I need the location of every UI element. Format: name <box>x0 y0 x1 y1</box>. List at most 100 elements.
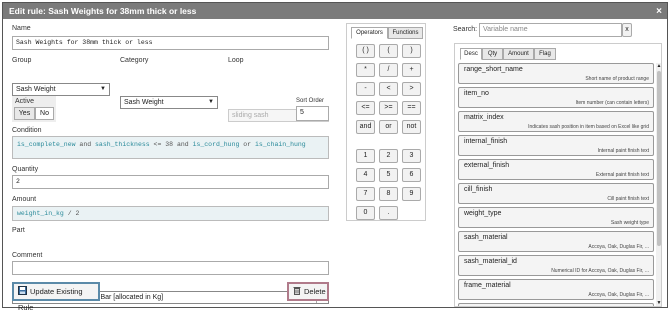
variable-name: sash_material <box>464 234 508 241</box>
tab-operators[interactable]: Operators <box>351 27 388 39</box>
variable-name: weight_type <box>464 210 502 217</box>
operator-button[interactable]: < <box>379 82 398 96</box>
clear-search-button[interactable]: x <box>622 23 632 37</box>
variable-item[interactable]: frame_material Accoya, Oak, Duglas Fir, .… <box>458 279 654 300</box>
variables-scrollbar[interactable]: ▲ ▼ <box>656 63 661 306</box>
variable-desc: Sash weight type <box>610 220 649 226</box>
update-rule-button[interactable]: Update Existing Rule <box>12 282 100 310</box>
variable-name: external_finish <box>464 162 510 169</box>
condition-editor[interactable]: is_complete_new and sash_thickness <= 38… <box>12 136 329 159</box>
variable-item[interactable]: frame_material_id <box>458 303 654 307</box>
tab-flag[interactable]: Flag <box>534 48 556 60</box>
variable-name: item_no <box>464 90 489 97</box>
variable-name: range_short_name <box>464 66 523 73</box>
variable-desc: Internal paint finish text <box>597 148 649 154</box>
digit-button[interactable]: . <box>379 206 398 220</box>
loop-select-value: sliding sash <box>232 112 269 119</box>
digit-button[interactable]: 6 <box>402 168 421 182</box>
quantity-input[interactable]: 2 <box>12 175 329 189</box>
search-input[interactable]: Variable name <box>479 23 622 37</box>
group-select[interactable]: Sash Weight ▼ <box>12 83 110 96</box>
chevron-down-icon: ▼ <box>100 86 106 92</box>
operator-button[interactable]: == <box>402 101 421 115</box>
dialog-title: Edit rule: Sash Weights for 38mm thick o… <box>9 6 197 16</box>
variable-desc: Accoya, Oak, Duglas Fir, ... <box>588 244 649 250</box>
operators-panel: Operators Functions ( ) ( ) * / + - < > … <box>346 23 426 221</box>
digit-button[interactable]: 2 <box>379 149 398 163</box>
active-no-button[interactable]: No <box>35 107 54 120</box>
scroll-up-icon[interactable]: ▲ <box>656 63 661 69</box>
amount-var: weight_in_kg <box>17 210 64 217</box>
loop-label: Loop <box>228 57 244 64</box>
variable-desc: Indicates sash position in item based on… <box>528 124 649 130</box>
sort-order-input[interactable]: 5 <box>296 106 329 121</box>
comment-input[interactable] <box>12 261 329 275</box>
tab-amount[interactable]: Amount <box>503 48 534 60</box>
operator-button[interactable]: ( ) <box>356 44 375 58</box>
edit-rule-dialog: Edit rule: Sash Weights for 38mm thick o… <box>2 2 668 310</box>
tab-desc[interactable]: Desc <box>460 48 482 60</box>
delete-button[interactable]: Delete <box>287 282 329 301</box>
condition-var: sash_thickness <box>95 141 150 148</box>
tab-functions[interactable]: Functions <box>388 27 423 39</box>
update-rule-label: Update Existing Rule <box>18 287 83 310</box>
part-label: Part <box>12 227 25 234</box>
variable-desc: Item number (can contain letters) <box>575 100 649 106</box>
chevron-down-icon: ▼ <box>208 99 214 105</box>
operator-button[interactable]: + <box>402 63 421 77</box>
digit-button[interactable]: 4 <box>356 168 375 182</box>
variable-name: matrix_index <box>464 114 504 121</box>
variable-name: frame_material_id <box>464 306 520 307</box>
trash-icon <box>293 285 301 300</box>
operator-button[interactable]: <= <box>356 101 375 115</box>
variable-desc: External paint finish text <box>595 172 649 178</box>
condition-label: Condition <box>12 127 42 134</box>
tab-qty[interactable]: Qty <box>482 48 503 60</box>
variable-item[interactable]: sash_material_id Numerical ID for Accoya,… <box>458 255 654 276</box>
condition-var: is_cord_hung <box>192 141 240 148</box>
variable-item[interactable]: range_short_name Short name of product ra… <box>458 63 654 84</box>
digit-button[interactable]: 1 <box>356 149 375 163</box>
category-select[interactable]: Sash Weight ▼ <box>120 96 218 109</box>
quantity-label: Quantity <box>12 166 39 173</box>
operator-button[interactable]: and <box>356 120 375 134</box>
name-input[interactable]: Sash Weights for 38mm thick or less <box>12 36 329 50</box>
digit-button[interactable]: 7 <box>356 187 375 201</box>
operator-button[interactable]: or <box>379 120 398 134</box>
amount-label: Amount <box>12 196 37 203</box>
condition-op: and <box>75 141 96 148</box>
variable-desc: Cill paint finish text <box>607 196 649 202</box>
digit-button[interactable]: 0 <box>356 206 375 220</box>
variable-item[interactable]: sash_material Accoya, Oak, Duglas Fir, ..… <box>458 231 654 252</box>
variable-item[interactable]: matrix_index Indicates sash position in i… <box>458 111 654 132</box>
operator-button[interactable]: > <box>402 82 421 96</box>
scrollbar-thumb[interactable] <box>657 71 661 246</box>
active-yes-button[interactable]: Yes <box>14 107 35 120</box>
variable-item[interactable]: cill_finish Cill paint finish text <box>458 183 654 204</box>
operator-button[interactable]: ( <box>379 44 398 58</box>
operator-button[interactable]: * <box>356 63 375 77</box>
variable-desc: Accoya, Oak, Duglas Fir, ... <box>588 292 649 298</box>
digit-button[interactable]: 8 <box>379 187 398 201</box>
digit-button[interactable]: 3 <box>402 149 421 163</box>
save-icon <box>18 285 27 300</box>
digit-button[interactable]: 9 <box>402 187 421 201</box>
variable-item[interactable]: internal_finish Internal paint finish tex… <box>458 135 654 156</box>
variable-name: frame_material <box>464 282 511 289</box>
variable-item[interactable]: item_no Item number (can contain letters) <box>458 87 654 108</box>
operator-button[interactable]: - <box>356 82 375 96</box>
active-label: Active <box>15 98 35 105</box>
operator-button[interactable]: >= <box>379 101 398 115</box>
operator-button[interactable]: not <box>402 120 421 134</box>
operator-button[interactable]: / <box>379 63 398 77</box>
digit-button[interactable]: 5 <box>379 168 398 182</box>
scroll-down-icon[interactable]: ▼ <box>656 300 661 306</box>
group-select-value: Sash Weight <box>16 86 56 93</box>
amount-editor[interactable]: weight_in_kg / 2 <box>12 206 329 221</box>
variable-desc: Short name of product range <box>585 76 649 82</box>
variable-item[interactable]: external_finish External paint finish tex… <box>458 159 654 180</box>
variable-item[interactable]: weight_type Sash weight type <box>458 207 654 228</box>
condition-op: or <box>239 141 255 148</box>
operator-button[interactable]: ) <box>402 44 421 58</box>
close-icon[interactable]: × <box>656 4 662 20</box>
